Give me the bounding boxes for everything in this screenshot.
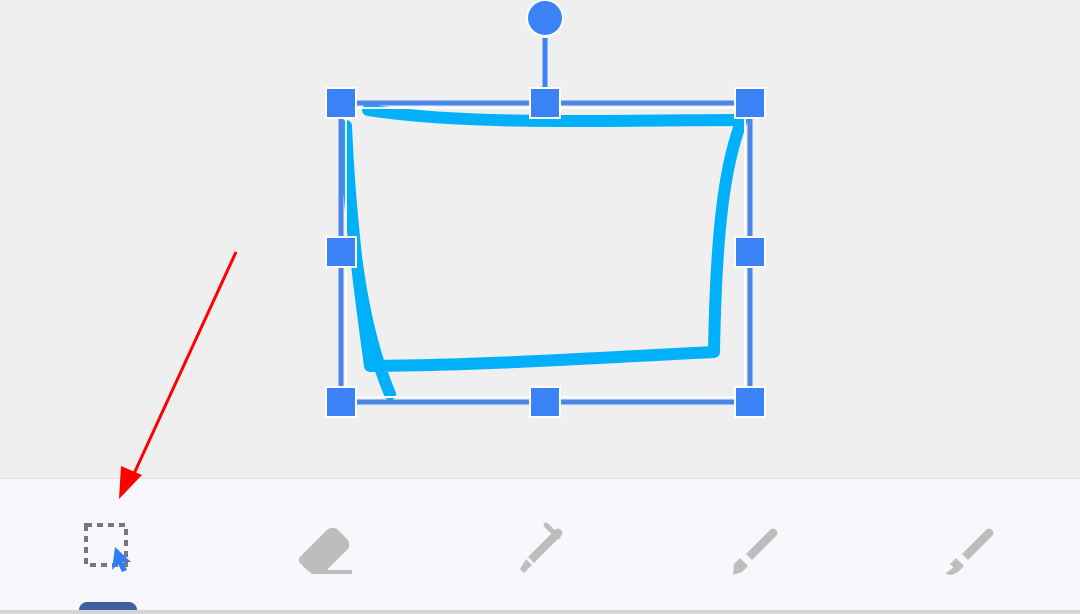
eraser-tool-button[interactable] <box>284 507 364 587</box>
pen-tool-button[interactable] <box>502 507 582 587</box>
resize-handle-right[interactable] <box>734 236 766 268</box>
rotation-handle[interactable] <box>526 0 564 37</box>
highlighter-icon <box>945 528 994 575</box>
pen-icon <box>520 522 563 573</box>
eraser-icon <box>299 527 352 574</box>
resize-handle-left[interactable] <box>325 236 357 268</box>
marker-icon <box>733 528 778 575</box>
drawing-toolbar <box>0 478 1080 611</box>
resize-handle-top[interactable] <box>529 87 561 119</box>
resize-handle-top-left[interactable] <box>325 87 357 119</box>
highlighter-tool-button[interactable] <box>934 507 1014 587</box>
resize-handle-top-right[interactable] <box>734 87 766 119</box>
marker-tool-button[interactable] <box>718 507 798 587</box>
selection-icon <box>84 523 131 572</box>
selection-tool-button[interactable] <box>68 507 148 587</box>
hand-drawn-rectangle-stroke[interactable] <box>340 104 748 400</box>
resize-handle-bottom-right[interactable] <box>734 386 766 418</box>
drawing-canvas[interactable] <box>0 0 1080 478</box>
resize-handle-bottom[interactable] <box>529 386 561 418</box>
toolbar-bottom-border <box>0 610 1080 614</box>
canvas-drawing-layer <box>325 0 766 418</box>
drawing-screen <box>0 0 1080 614</box>
resize-handle-bottom-left[interactable] <box>325 386 357 418</box>
